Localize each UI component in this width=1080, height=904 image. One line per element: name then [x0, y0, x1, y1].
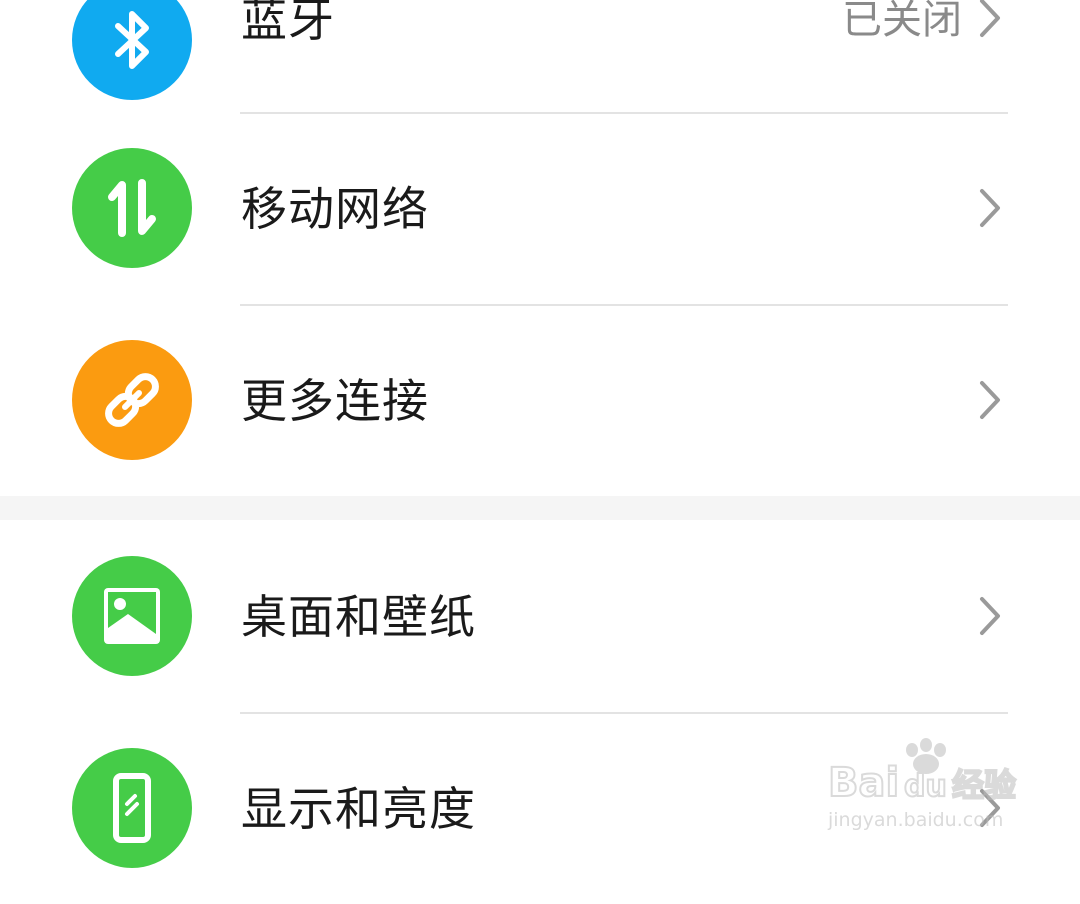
settings-item-label: 桌面和壁纸 — [241, 590, 476, 644]
watermark-brand: Bai — [828, 760, 899, 806]
chevron-right-icon — [980, 597, 1000, 635]
settings-item-wallpaper[interactable]: 桌面和壁纸 — [0, 520, 1080, 712]
baidu-jingyan-watermark: Bai du 经验 jingyan.baidu.com — [827, 738, 1017, 831]
settings-item-label: 显示和亮度 — [241, 782, 476, 836]
chevron-right-icon — [980, 381, 1000, 419]
settings-item-label: 更多连接 — [241, 374, 429, 428]
settings-item-mobile-network[interactable]: 移动网络 — [0, 112, 1080, 304]
section-separator — [0, 496, 1080, 520]
settings-item-label: 移动网络 — [241, 182, 429, 236]
status-value: 已关闭 — [842, 0, 962, 43]
display-icon — [72, 748, 192, 868]
settings-item-label: 蓝牙 — [241, 0, 335, 47]
mobile-data-icon — [72, 148, 192, 268]
wallpaper-icon — [72, 556, 192, 676]
watermark-brand-cn: 经验 — [952, 766, 1016, 804]
link-icon — [72, 340, 192, 460]
watermark-url: jingyan.baidu.com — [827, 809, 1003, 831]
bluetooth-icon — [72, 0, 192, 100]
settings-item-bluetooth[interactable]: 蓝牙 已关闭 — [0, 0, 1080, 100]
settings-item-more-connections[interactable]: 更多连接 — [0, 304, 1080, 496]
watermark-brand-du: du — [904, 769, 947, 804]
chevron-right-icon — [980, 0, 1000, 37]
chevron-right-icon — [980, 189, 1000, 227]
